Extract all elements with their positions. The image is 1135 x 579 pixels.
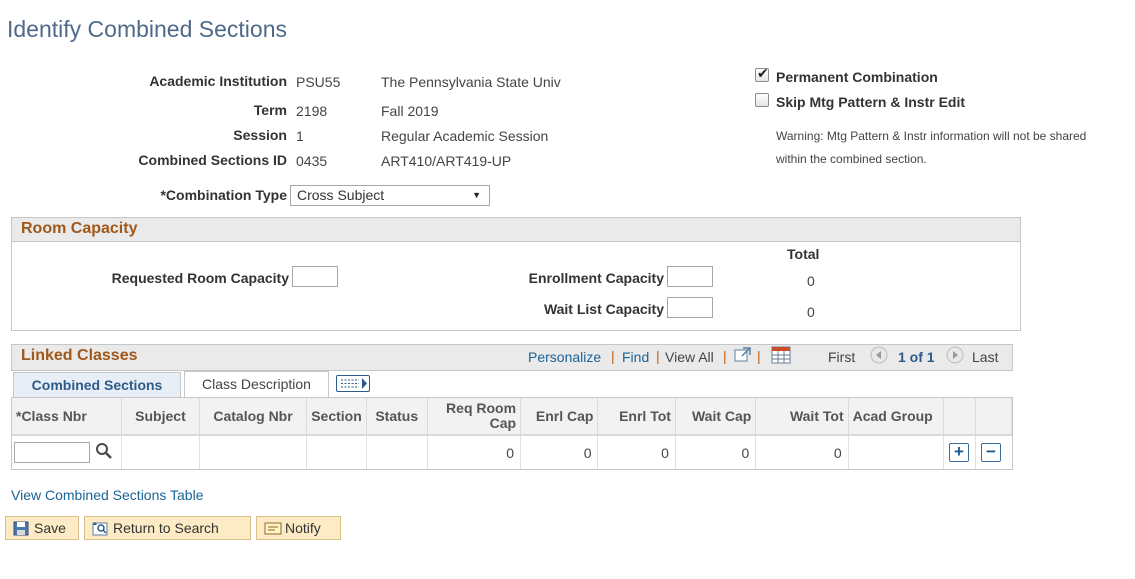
column-header-subject: Subject <box>121 398 200 436</box>
notify-icon <box>264 521 282 535</box>
enrollment-total: 0 <box>807 273 815 289</box>
combined-id-desc: ART410/ART419-UP <box>381 153 512 169</box>
download-grid-icon[interactable] <box>771 346 791 367</box>
permanent-combination-label: Permanent Combination <box>776 69 938 85</box>
personalize-link[interactable]: Personalize <box>528 349 601 365</box>
add-row-button[interactable]: + <box>949 443 969 462</box>
cell-enrl-tot: 0 <box>597 435 676 469</box>
room-capacity-header: Room Capacity <box>11 217 1021 242</box>
permanent-combination-checkbox[interactable] <box>755 65 769 82</box>
warning-line-1: Warning: Mtg Pattern & Instr information… <box>776 129 1087 143</box>
return-to-search-label: Return to Search <box>113 520 219 536</box>
column-header-wait-cap: Wait Cap <box>675 398 757 436</box>
notify-label: Notify <box>285 520 321 536</box>
nav-separator: | <box>611 348 615 364</box>
previous-icon[interactable] <box>870 346 888 367</box>
requested-room-capacity-input[interactable] <box>292 266 338 287</box>
skip-mtg-checkbox[interactable] <box>755 93 769 107</box>
waitlist-capacity-label: Wait List Capacity <box>543 301 664 317</box>
cell-subject <box>121 435 200 469</box>
term-desc: Fall 2019 <box>381 103 439 119</box>
linked-classes-header <box>11 344 1013 371</box>
combination-type-select[interactable]: Cross Subject ▼ <box>290 185 490 206</box>
cell-req-room-cap: 0 <box>427 435 522 469</box>
total-header: Total <box>787 246 820 262</box>
column-header-enrl-cap: Enrl Cap <box>520 398 599 436</box>
lookup-icon[interactable] <box>95 442 113 463</box>
nav-separator: | <box>656 348 660 364</box>
linked-classes-grid: *Class Nbr Subject Catalog Nbr Section S… <box>11 397 1013 470</box>
column-header-add <box>943 398 976 436</box>
cell-enrl-cap: 0 <box>520 435 599 469</box>
column-header-acad-group: Acad Group <box>848 398 945 436</box>
cell-catalog-nbr <box>199 435 308 469</box>
waitlist-total: 0 <box>807 304 815 320</box>
institution-code: PSU55 <box>296 74 341 90</box>
linked-classes-title: Linked Classes <box>21 347 138 364</box>
cell-acad-group <box>848 435 945 469</box>
column-header-status: Status <box>366 398 428 436</box>
page-info: 1 of 1 <box>898 349 935 365</box>
nav-separator: | <box>757 348 761 364</box>
return-search-icon <box>92 521 108 536</box>
delete-row-button[interactable]: − <box>980 443 1001 462</box>
cell-delete: − <box>975 435 1011 469</box>
requested-room-capacity-label: Requested Room Capacity <box>111 270 289 286</box>
term-label: Term <box>253 102 287 118</box>
cell-status <box>366 435 428 469</box>
next-icon[interactable] <box>946 346 964 367</box>
tab-combined-sections[interactable]: Combined Sections <box>13 372 181 397</box>
skip-mtg-label: Skip Mtg Pattern & Instr Edit <box>776 94 966 110</box>
column-header-delete <box>975 398 1013 436</box>
combination-type-label: *Combination Type <box>160 187 287 203</box>
column-header-req-room-cap: Req Room Cap <box>427 398 522 436</box>
view-combined-sections-link[interactable]: View Combined Sections Table <box>11 487 204 503</box>
view-all-link[interactable]: View All <box>665 349 714 365</box>
cell-add: + <box>943 435 976 469</box>
return-to-search-button[interactable]: Return to Search <box>84 516 251 540</box>
column-header-enrl-tot: Enrl Tot <box>597 398 676 436</box>
cell-wait-tot: 0 <box>755 435 849 469</box>
zoom-icon[interactable] <box>734 347 752 366</box>
column-header-wait-tot: Wait Tot <box>755 398 849 436</box>
session-label: Session <box>233 127 287 143</box>
combination-type-value: Cross Subject <box>297 187 385 203</box>
waitlist-capacity-input[interactable] <box>667 297 713 318</box>
save-button[interactable]: Save <box>5 516 79 540</box>
cell-wait-cap: 0 <box>675 435 757 469</box>
cell-section <box>306 435 367 469</box>
column-header-class-nbr: *Class Nbr <box>12 398 123 436</box>
combined-id-label: Combined Sections ID <box>138 152 287 168</box>
table-header-row: *Class Nbr Subject Catalog Nbr Section S… <box>12 398 1013 436</box>
warning-line-2: within the combined section. <box>776 152 927 166</box>
combined-id-code: 0435 <box>296 153 328 169</box>
save-icon <box>13 521 29 536</box>
session-desc: Regular Academic Session <box>381 128 549 144</box>
nav-separator: | <box>723 348 727 364</box>
notify-button[interactable]: Notify <box>256 516 341 540</box>
tab-class-description[interactable]: Class Description <box>184 371 329 397</box>
page-title: Identify Combined Sections <box>7 16 287 42</box>
show-all-columns-icon[interactable] <box>336 375 370 392</box>
cell-class-nbr <box>12 435 123 469</box>
table-row: 0 0 0 0 0 + − <box>12 435 1012 469</box>
session-code: 1 <box>296 128 304 144</box>
save-label: Save <box>34 520 66 536</box>
last-label: Last <box>972 349 999 365</box>
institution-desc: The Pennsylvania State Univ <box>381 74 561 90</box>
enrollment-capacity-label: Enrollment Capacity <box>528 270 664 286</box>
institution-label: Academic Institution <box>149 73 287 89</box>
class-nbr-input[interactable] <box>14 442 90 463</box>
column-header-catalog-nbr: Catalog Nbr <box>199 398 308 436</box>
find-link[interactable]: Find <box>622 349 649 365</box>
first-label: First <box>828 349 856 365</box>
dropdown-arrow-icon: ▼ <box>472 190 481 200</box>
enrollment-capacity-input[interactable] <box>667 266 713 287</box>
column-header-section: Section <box>306 398 367 436</box>
term-code: 2198 <box>296 103 328 119</box>
